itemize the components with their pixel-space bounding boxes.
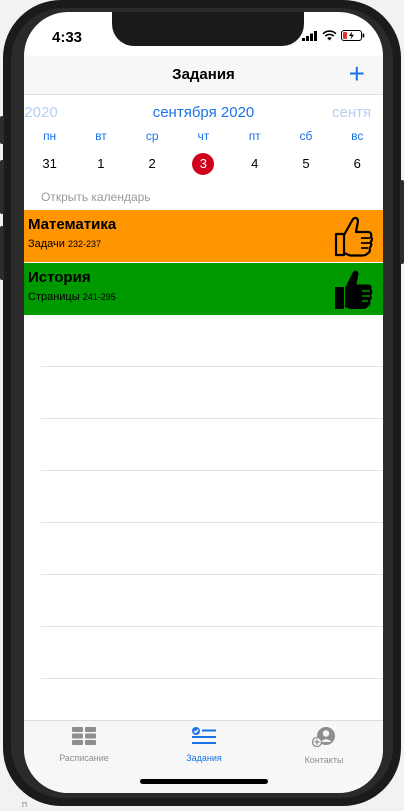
task-subtitle: Задачи 232-237 [28,238,101,250]
day-cell[interactable]: 2 [141,153,163,175]
tab-label: Задания [186,753,222,763]
list-separator [41,418,383,419]
screen: 4:33 Задания + я 2020 сентября 2020 сент… [24,12,383,793]
page-title: Задания [172,66,235,83]
cellular-signal-icon [302,30,317,41]
task-subtitle: Страницы 241-295 [28,291,116,303]
weekday-label: вс [351,129,364,143]
thumbs-up-filled-icon[interactable] [333,267,373,311]
list-separator [41,522,383,523]
day-cell[interactable]: 6 [346,153,368,175]
weekday-label: вт [95,129,107,143]
weekday-label: сб [299,129,313,143]
list-separator [41,366,383,367]
volume-down-button [0,226,4,280]
mute-switch [0,116,4,144]
task-title: Математика [28,216,117,233]
status-icons [302,30,365,41]
home-indicator [140,779,268,784]
tab-label: Расписание [59,753,109,763]
thumbs-up-outline-icon[interactable] [333,214,373,258]
task-row-history[interactable]: История Страницы 241-295 [24,263,383,315]
month-switcher: я 2020 сентября 2020 сентя [24,102,383,124]
next-month-label[interactable]: сентя [332,104,371,121]
power-button [400,180,404,264]
weekday-label: пн [43,129,57,143]
wifi-icon [322,30,337,41]
footer-text: П [22,802,28,809]
grid-icon [72,727,96,745]
list-separator [41,626,383,627]
tab-schedule[interactable]: Расписание [24,727,144,763]
task-label: Задачи [28,238,65,250]
open-calendar-button[interactable]: Открыть календарь [41,190,151,204]
day-cell[interactable]: 4 [244,153,266,175]
add-contact-icon [311,727,335,748]
checklist-icon [192,727,216,744]
day-cell[interactable]: 5 [295,153,317,175]
task-range: 232-237 [68,239,102,249]
add-task-button[interactable]: + [349,60,365,88]
tab-tasks[interactable]: Задания [144,727,264,763]
battery-low-icon [341,30,365,41]
current-month-label: сентября 2020 [152,104,255,121]
weekday-label: ср [145,129,159,143]
volume-up-button [0,160,4,214]
tab-label: Контакты [304,755,344,765]
day-cell[interactable]: 31 [39,153,61,175]
task-row-math[interactable]: Математика Задачи 232-237 [24,210,383,262]
weekday-label: чт [197,129,210,143]
tab-contacts[interactable]: Контакты [264,727,383,765]
list-separator [41,678,383,679]
task-title: История [28,269,91,286]
navigation-bar: Задания + [24,56,383,95]
day-cell[interactable]: 1 [90,153,112,175]
notch [112,12,304,46]
task-label: Страницы [28,291,80,303]
weekday-row: пн вт ср чт пт сб вс [24,129,383,143]
status-time: 4:33 [52,29,83,46]
list-separator [41,574,383,575]
day-cell-today[interactable]: 3 [192,153,215,175]
task-range: 241-295 [82,292,116,302]
weekday-label: пт [248,129,261,143]
day-row: 31 1 2 3 4 5 6 [24,153,383,175]
list-separator [41,470,383,471]
